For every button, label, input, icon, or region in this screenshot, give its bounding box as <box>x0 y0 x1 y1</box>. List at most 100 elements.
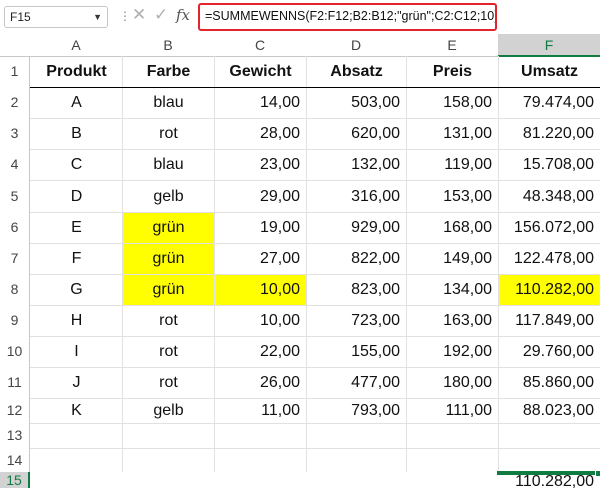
column-header-f[interactable]: F <box>498 34 600 57</box>
fx-icon[interactable]: fx <box>176 6 190 24</box>
cell-d8[interactable]: 823,00 <box>307 275 406 305</box>
cell-e8[interactable]: 134,00 <box>407 275 498 305</box>
cell-c7[interactable]: 27,00 <box>215 244 306 274</box>
row-header-8[interactable]: 8 <box>0 274 30 305</box>
cell-b8[interactable]: grün <box>123 275 214 305</box>
cell-c4[interactable]: 23,00 <box>215 150 306 180</box>
cell-e1[interactable]: Preis <box>407 57 498 87</box>
row-header-1[interactable]: 1 <box>0 56 30 87</box>
cell-a11[interactable]: J <box>31 368 122 398</box>
chevron-down-icon[interactable]: ▼ <box>93 7 102 27</box>
cell-c1[interactable]: Gewicht <box>215 57 306 87</box>
row-header-5[interactable]: 5 <box>0 180 30 212</box>
cell-f12[interactable]: 88.023,00 <box>499 399 600 423</box>
column-header-a[interactable]: A <box>30 34 122 56</box>
cell-a3[interactable]: B <box>31 119 122 149</box>
cell-b2[interactable]: blau <box>123 88 214 118</box>
x-icon[interactable]: ✕ <box>132 5 146 25</box>
cell-c6[interactable]: 19,00 <box>215 213 306 243</box>
formula-bar-grip[interactable]: ⋮ <box>119 9 131 23</box>
name-box[interactable]: F15 ▼ <box>4 6 108 28</box>
cell-c8[interactable]: 10,00 <box>215 275 306 305</box>
cell-b10[interactable]: rot <box>123 337 214 367</box>
cell-e6[interactable]: 168,00 <box>407 213 498 243</box>
cell-b11[interactable]: rot <box>123 368 214 398</box>
cell-d12[interactable]: 793,00 <box>307 399 406 423</box>
cell-b7[interactable]: grün <box>123 244 214 274</box>
column-header-d[interactable]: D <box>306 34 406 56</box>
cell-f10[interactable]: 29.760,00 <box>499 337 600 367</box>
cell-a7[interactable]: F <box>31 244 122 274</box>
cell-d11[interactable]: 477,00 <box>307 368 406 398</box>
row-header-13[interactable]: 13 <box>0 423 30 448</box>
row-header-11[interactable]: 11 <box>0 367 30 398</box>
row-header-14[interactable]: 14 <box>0 448 30 472</box>
column-header-b[interactable]: B <box>122 34 214 56</box>
formula-input[interactable]: =SUMMEWENNS(F2:F12;B2:B12;"grün";C2:C12;… <box>198 3 497 31</box>
cell-f8[interactable]: 110.282,00 <box>499 275 600 305</box>
cell-d9[interactable]: 723,00 <box>307 306 406 336</box>
column-header-c[interactable]: C <box>214 34 306 56</box>
row-header-6[interactable]: 6 <box>0 212 30 243</box>
row-header-10[interactable]: 10 <box>0 336 30 367</box>
cell-c10[interactable]: 22,00 <box>215 337 306 367</box>
row-header-7[interactable]: 7 <box>0 243 30 274</box>
cell-b3[interactable]: rot <box>123 119 214 149</box>
cell-e10[interactable]: 192,00 <box>407 337 498 367</box>
cell-a5[interactable]: D <box>31 181 122 212</box>
check-icon[interactable]: ✓ <box>154 5 168 25</box>
cell-a8[interactable]: G <box>31 275 122 305</box>
cell-c9[interactable]: 10,00 <box>215 306 306 336</box>
cell-d5[interactable]: 316,00 <box>307 181 406 212</box>
cell-f4[interactable]: 15.708,00 <box>499 150 600 180</box>
cell-e5[interactable]: 153,00 <box>407 181 498 212</box>
cell-d1[interactable]: Absatz <box>307 57 406 87</box>
row-header-12[interactable]: 12 <box>0 398 30 423</box>
cell-b4[interactable]: blau <box>123 150 214 180</box>
cell-b9[interactable]: rot <box>123 306 214 336</box>
fill-handle[interactable] <box>595 470 600 477</box>
cell-a1[interactable]: Produkt <box>31 57 122 87</box>
cell-a9[interactable]: H <box>31 306 122 336</box>
cell-e12[interactable]: 111,00 <box>407 399 498 423</box>
cell-f7[interactable]: 122.478,00 <box>499 244 600 274</box>
cell-b5[interactable]: gelb <box>123 181 214 212</box>
cell-f11[interactable]: 85.860,00 <box>499 368 600 398</box>
cell-f6[interactable]: 156.072,00 <box>499 213 600 243</box>
cell-d3[interactable]: 620,00 <box>307 119 406 149</box>
row-header-15[interactable]: 15 <box>0 472 30 488</box>
cell-e2[interactable]: 158,00 <box>407 88 498 118</box>
cell-c5[interactable]: 29,00 <box>215 181 306 212</box>
row-header-2[interactable]: 2 <box>0 87 30 118</box>
cell-e7[interactable]: 149,00 <box>407 244 498 274</box>
cell-c12[interactable]: 11,00 <box>215 399 306 423</box>
cell-b6[interactable]: grün <box>123 213 214 243</box>
cell-f3[interactable]: 81.220,00 <box>499 119 600 149</box>
column-header-e[interactable]: E <box>406 34 498 56</box>
cell-e4[interactable]: 119,00 <box>407 150 498 180</box>
cell-a6[interactable]: E <box>31 213 122 243</box>
cell-b1[interactable]: Farbe <box>123 57 214 87</box>
cell-e9[interactable]: 163,00 <box>407 306 498 336</box>
cell-a4[interactable]: C <box>31 150 122 180</box>
cell-d7[interactable]: 822,00 <box>307 244 406 274</box>
cell-f2[interactable]: 79.474,00 <box>499 88 600 118</box>
cell-d10[interactable]: 155,00 <box>307 337 406 367</box>
cell-a2[interactable]: A <box>31 88 122 118</box>
row-header-4[interactable]: 4 <box>0 149 30 180</box>
cell-a12[interactable]: K <box>31 399 122 423</box>
cell-c3[interactable]: 28,00 <box>215 119 306 149</box>
cell-b12[interactable]: gelb <box>123 399 214 423</box>
cell-e3[interactable]: 131,00 <box>407 119 498 149</box>
cell-d6[interactable]: 929,00 <box>307 213 406 243</box>
cell-c11[interactable]: 26,00 <box>215 368 306 398</box>
cell-f15[interactable]: 110.282,00 <box>499 473 600 491</box>
cell-d4[interactable]: 132,00 <box>307 150 406 180</box>
cell-d2[interactable]: 503,00 <box>307 88 406 118</box>
cell-a10[interactable]: I <box>31 337 122 367</box>
cell-f1[interactable]: Umsatz <box>499 57 600 87</box>
cell-c2[interactable]: 14,00 <box>215 88 306 118</box>
row-header-9[interactable]: 9 <box>0 305 30 336</box>
cell-f5[interactable]: 48.348,00 <box>499 181 600 212</box>
cell-f9[interactable]: 117.849,00 <box>499 306 600 336</box>
